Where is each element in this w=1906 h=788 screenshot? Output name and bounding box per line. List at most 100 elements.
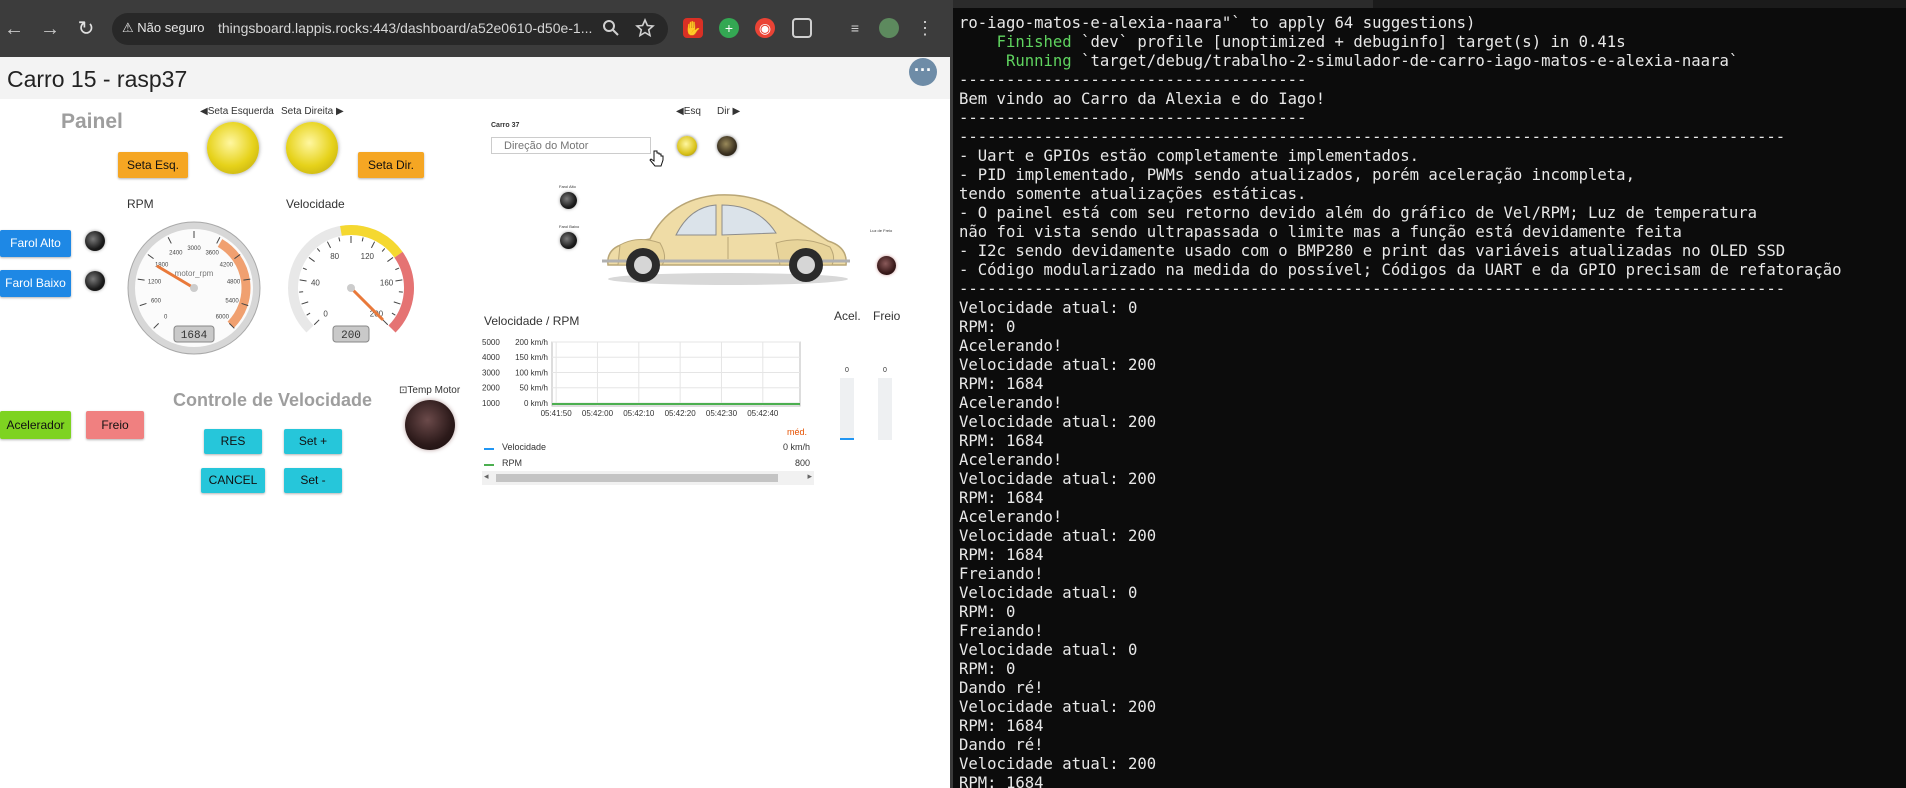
- right-turn-signal-lamp: [286, 122, 338, 174]
- terminal-line: RPM: 0: [959, 318, 1016, 336]
- terminal-line: Acelerando!: [959, 394, 1063, 412]
- terminal-line: Acelerando!: [959, 337, 1063, 355]
- terminal-line: RPM: 1684: [959, 717, 1044, 735]
- terminal-line: Velocidade atual: 200: [959, 470, 1157, 488]
- media-queue-icon[interactable]: ≡: [845, 18, 865, 38]
- browser-toolbar: ← → ↻ ⚠ Não seguro thingsboard.lappis.ro…: [0, 0, 950, 57]
- menu-dots-icon[interactable]: ⋮: [915, 18, 935, 38]
- chart-y-left-tick: 3000: [482, 368, 500, 377]
- farol-baixo-button[interactable]: Farol Baixo: [0, 270, 71, 297]
- chart-median-label: méd.: [787, 427, 808, 437]
- terminal-line: RPM: 1684: [959, 489, 1044, 507]
- rpm-tick-label: 2400: [169, 250, 183, 256]
- seta-dir-button[interactable]: Seta Dir.: [358, 152, 424, 178]
- acel-value: 0: [845, 367, 849, 374]
- speed-tick-mark: [301, 301, 309, 305]
- scroll-right-icon[interactable]: ▸: [807, 471, 812, 482]
- forward-button[interactable]: →: [36, 15, 64, 43]
- rpm-tick-label: 3000: [187, 246, 201, 252]
- terminal-window[interactable]: ro-iago-matos-e-alexia-naara"` to apply …: [953, 0, 1906, 788]
- speed-tick-mark: [395, 279, 403, 282]
- chart-scrollbar[interactable]: ◂ ▸: [482, 471, 814, 485]
- luz-freio-lamp: [877, 256, 896, 275]
- farol-alto-button[interactable]: Farol Alto: [0, 230, 71, 257]
- speed-tick-label: 160: [380, 278, 394, 287]
- chart-y-left-tick: 5000: [482, 338, 500, 347]
- terminal-line: Dando ré!: [959, 679, 1044, 697]
- legend-swatch-velocidade: [484, 448, 494, 450]
- url-text[interactable]: thingsboard.lappis.rocks:443/dashboard/a…: [218, 20, 592, 36]
- speed-tick-mark: [308, 257, 315, 262]
- cancel-button[interactable]: CANCEL: [201, 468, 265, 493]
- scroll-left-icon[interactable]: ◂: [484, 471, 489, 482]
- terminal-line: ro-iago-matos-e-alexia-naara"` to apply …: [959, 14, 1476, 32]
- terminal-tab[interactable]: [953, 0, 1373, 8]
- terminal-line: ----------------------------------------…: [959, 128, 1786, 146]
- extension-plus-icon[interactable]: +: [719, 18, 739, 38]
- luz-freio-small-label: Luz de Freio: [870, 228, 893, 233]
- rpm-tick-label: 4800: [227, 280, 241, 286]
- speed-tick-mark: [316, 248, 321, 252]
- speed-tick-mark: [382, 319, 389, 326]
- res-button[interactable]: RES: [204, 429, 262, 454]
- esq-label: ◀Esq: [676, 106, 701, 117]
- speed-gauge: 04080120160200 200: [288, 225, 414, 343]
- acel-bar-fill: [840, 438, 854, 440]
- terminal-line: ----------------------------------------…: [959, 280, 1786, 298]
- set-plus-button[interactable]: Set +: [284, 429, 342, 454]
- extension-record-icon[interactable]: ◉: [755, 18, 775, 38]
- acel-label: Acel.: [834, 309, 861, 323]
- speed-tick-mark: [361, 237, 364, 242]
- extensions-puzzle-icon[interactable]: [792, 18, 812, 38]
- left-turn-signal-lamp: [207, 122, 259, 174]
- speed-tick-label: 40: [311, 278, 320, 287]
- terminal-line: -------------------------------------: [959, 109, 1307, 127]
- avatar[interactable]: [879, 18, 899, 38]
- security-indicator[interactable]: ⚠ Não seguro: [122, 20, 205, 36]
- more-options-button[interactable]: ···: [909, 58, 937, 86]
- rpm-tick-label: 1200: [148, 280, 162, 286]
- legend-value-rpm: 800: [794, 458, 810, 468]
- freio-bar: [878, 378, 892, 440]
- dir-label: Dir ▶: [717, 106, 741, 117]
- legend-name-rpm: RPM: [502, 458, 522, 468]
- star-icon[interactable]: [635, 18, 655, 38]
- speed-readout: 200: [341, 330, 361, 342]
- terminal-line: RPM: 1684: [959, 774, 1044, 788]
- direction-input[interactable]: [491, 137, 651, 154]
- terminal-line: RPM: 1684: [959, 432, 1044, 450]
- terminal-line: Dando ré!: [959, 736, 1044, 754]
- freio-button[interactable]: Freio: [86, 411, 144, 439]
- extension-stop-icon[interactable]: ✋: [683, 18, 703, 38]
- chart-x-tick: 05:42:40: [747, 409, 779, 418]
- back-button[interactable]: ←: [0, 15, 28, 43]
- car-farol-baixo-led: [560, 232, 577, 249]
- farol-alto-small-label: Farol Alto: [559, 184, 576, 189]
- dir-signal-lamp: [717, 136, 737, 156]
- speed-tick-mark: [338, 237, 341, 242]
- chart-x-tick: 05:42:00: [582, 409, 614, 418]
- terminal-line: não foi vista sendo ultrapassada o limit…: [959, 223, 1682, 241]
- terminal-line: Acelerando!: [959, 508, 1063, 526]
- dashboard-title: Carro 15 - rasp37: [7, 66, 188, 92]
- temp-motor-text: Temp Motor: [407, 385, 461, 396]
- farol-baixo-small-label: Farol Baixo: [559, 224, 580, 229]
- terminal-line: Finished `dev` profile [unoptimized + de…: [996, 33, 1626, 51]
- speed-tick-label: 0: [323, 309, 328, 318]
- reload-button[interactable]: ↻: [72, 15, 100, 43]
- zoom-icon[interactable]: [602, 19, 620, 37]
- chart-scrollbar-thumb[interactable]: [496, 474, 778, 482]
- speed-tick-mark: [387, 257, 394, 262]
- terminal-line: - Código modularizado na medida do possí…: [959, 261, 1842, 279]
- chart-y-left-tick: 2000: [482, 384, 500, 393]
- rpm-tick-label: 5400: [225, 298, 239, 304]
- terminal-line: RPM: 1684: [959, 375, 1044, 393]
- seta-esq-button[interactable]: Seta Esq.: [118, 152, 188, 178]
- chart-x-tick: 05:42:10: [623, 409, 655, 418]
- acelerador-button[interactable]: Acelerador: [0, 411, 71, 439]
- temp-motor-label: ⊡Temp Motor: [399, 385, 460, 396]
- terminal-line: RPM: 0: [959, 603, 1016, 621]
- set-minus-button[interactable]: Set -: [284, 468, 342, 493]
- speed-tick-mark: [313, 319, 320, 326]
- legend-item-velocidade[interactable]: Velocidade 0 km/h: [484, 441, 810, 457]
